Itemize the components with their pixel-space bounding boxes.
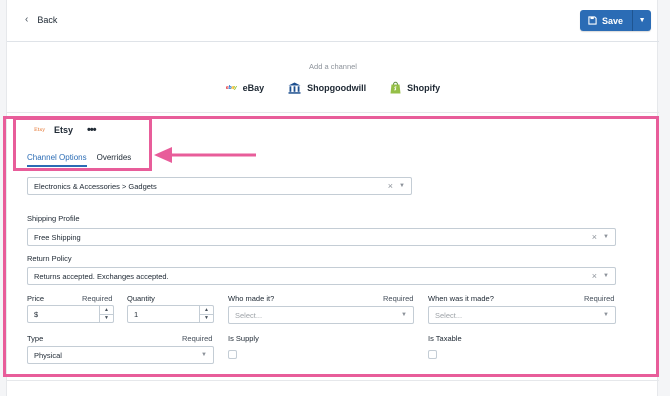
back-button[interactable]: ‹ Back bbox=[25, 14, 57, 25]
save-options-dropdown[interactable]: ▼ bbox=[633, 10, 652, 31]
shopgoodwill-building-icon bbox=[288, 82, 301, 94]
save-button[interactable]: Save bbox=[580, 10, 634, 31]
annotation-arrow-icon bbox=[154, 147, 256, 163]
channel-shopgoodwill[interactable]: Shopgoodwill bbox=[288, 81, 366, 94]
chevron-left-icon: ‹ bbox=[25, 14, 29, 25]
save-button-group: Save ▼ bbox=[580, 10, 652, 31]
section-divider-bottom bbox=[7, 380, 659, 381]
top-bar: ‹ Back Save ▼ bbox=[7, 0, 659, 42]
save-label: Save bbox=[602, 15, 624, 26]
highlight-box-header bbox=[13, 117, 152, 171]
save-disk-icon bbox=[588, 16, 597, 25]
channel-shopify-label: Shopify bbox=[407, 82, 441, 93]
channel-ebay[interactable]: ebay eBay bbox=[226, 81, 264, 94]
caret-down-icon: ▼ bbox=[638, 17, 646, 24]
channel-ebay-label: eBay bbox=[242, 82, 265, 93]
ebay-logo: ebay bbox=[225, 84, 237, 91]
add-channel-label: Add a channel bbox=[309, 62, 357, 71]
channel-list: ebay eBay Shopgoodwill Shopify bbox=[7, 81, 659, 94]
shopify-bag-icon bbox=[390, 81, 401, 94]
section-divider bbox=[7, 112, 659, 113]
back-label: Back bbox=[37, 14, 58, 25]
channel-shopgoodwill-label: Shopgoodwill bbox=[307, 82, 367, 93]
channel-shopify[interactable]: Shopify bbox=[390, 81, 440, 94]
